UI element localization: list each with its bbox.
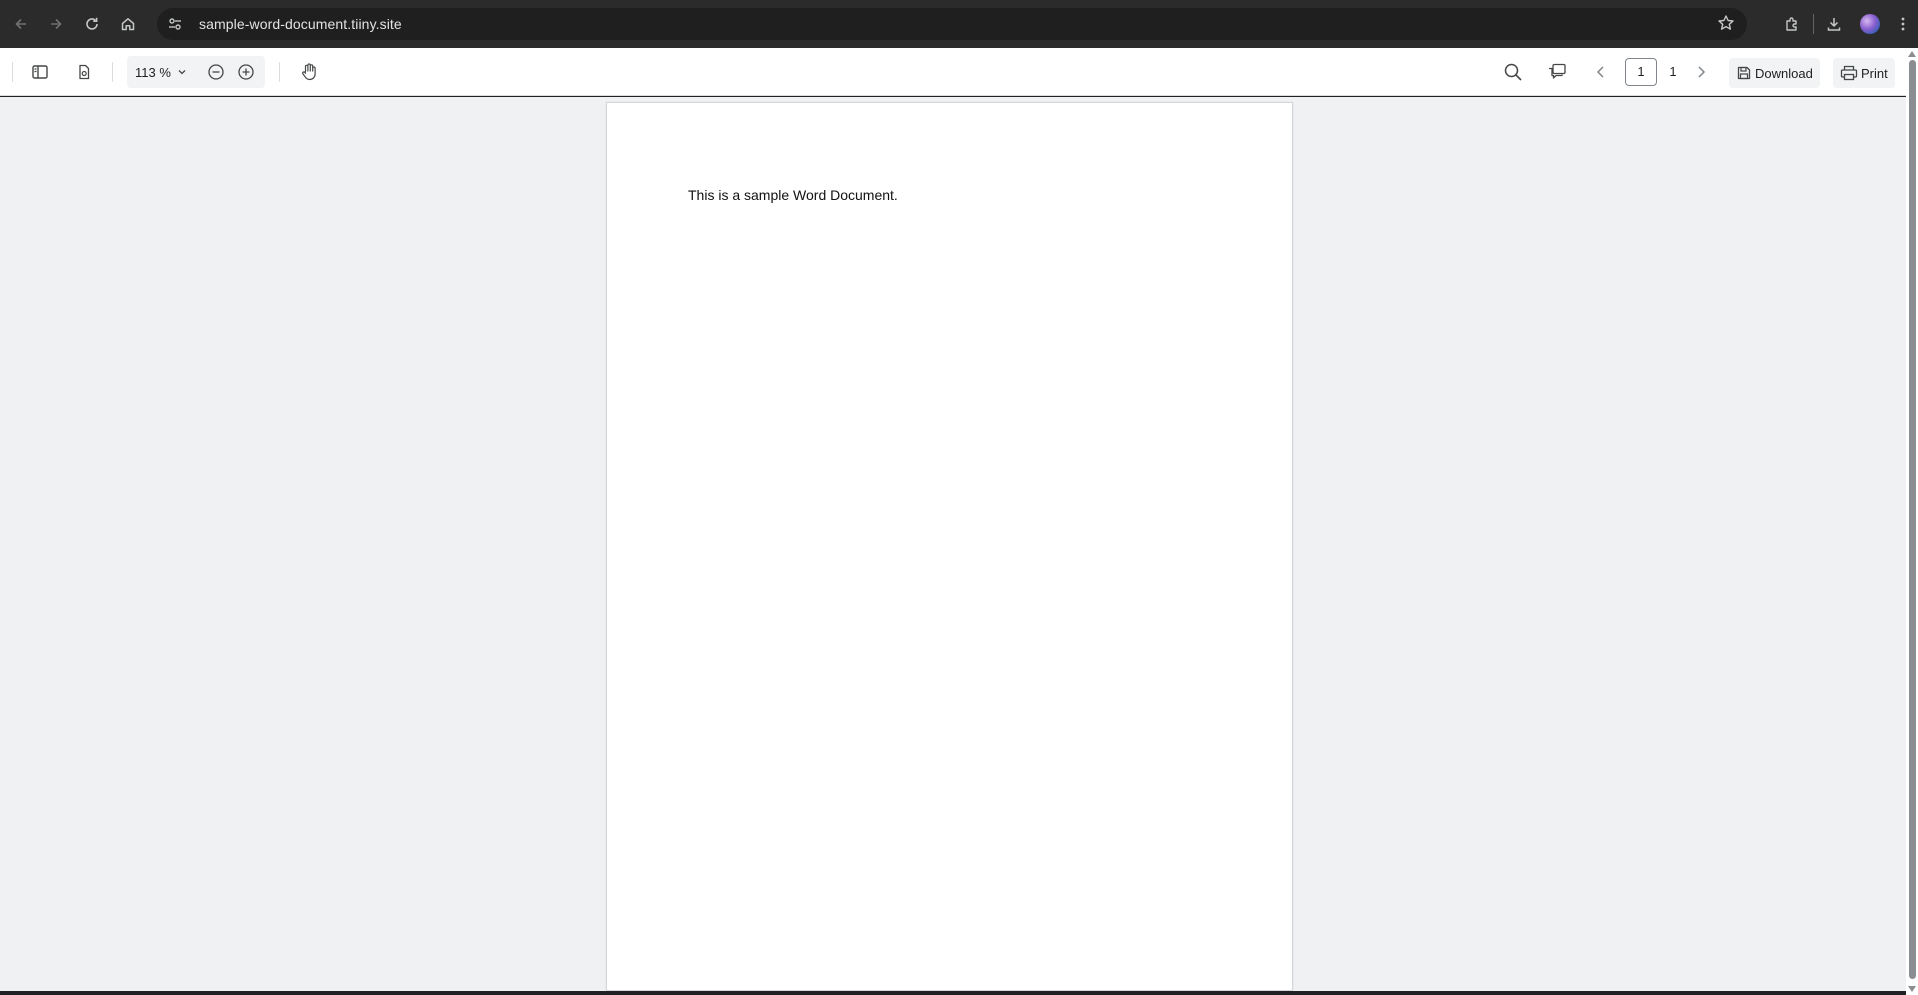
- kebab-menu-icon: [1901, 17, 1905, 31]
- zoom-out-button[interactable]: [201, 57, 231, 87]
- zoom-out-icon: [208, 64, 224, 80]
- print-label: Print: [1861, 65, 1888, 81]
- browser-actions: [1775, 6, 1918, 42]
- print-button[interactable]: Print: [1833, 58, 1895, 88]
- hand-icon: [302, 63, 316, 81]
- site-info-icon: [169, 18, 181, 30]
- document-properties-button[interactable]: [68, 56, 100, 88]
- printer-icon: [1840, 65, 1858, 81]
- downloads-icon: [1827, 18, 1841, 31]
- scroll-down-arrow[interactable]: [1908, 986, 1916, 992]
- scrollbar-thumb[interactable]: [1909, 60, 1916, 979]
- scroll-up-arrow[interactable]: [1908, 51, 1916, 57]
- chevron-down-icon: [178, 70, 186, 75]
- toolbar-divider: [1813, 14, 1814, 34]
- extensions-icon: [1786, 17, 1797, 31]
- downloads-button[interactable]: [1816, 6, 1852, 42]
- browser-menu-button[interactable]: [1888, 6, 1918, 42]
- vertical-scrollbar[interactable]: [1906, 48, 1918, 995]
- save-icon: [1736, 65, 1752, 81]
- chevron-left-icon: [1596, 66, 1604, 78]
- address-bar[interactable]: sample-word-document.tiiny.site: [157, 8, 1747, 40]
- toolbar-divider: [112, 62, 113, 82]
- search-button[interactable]: [1497, 56, 1529, 88]
- extensions-button[interactable]: [1775, 6, 1811, 42]
- hand-tool-button[interactable]: [293, 56, 325, 88]
- back-button[interactable]: [3, 6, 39, 42]
- home-icon: [121, 18, 135, 31]
- browser-top-bar: sample-word-document.tiiny.site: [0, 0, 1918, 48]
- profile-button[interactable]: [1852, 6, 1888, 42]
- document-body-text: This is a sample Word Document.: [688, 187, 898, 203]
- toolbar-divider: [279, 62, 280, 82]
- forward-arrow-icon: [51, 18, 62, 30]
- chevron-right-icon: [1698, 66, 1706, 78]
- download-label: Download: [1755, 65, 1813, 81]
- forward-button[interactable]: [38, 6, 74, 42]
- comments-button[interactable]: [1541, 56, 1573, 88]
- download-button[interactable]: Download: [1729, 58, 1820, 88]
- pdf-viewer-area[interactable]: This is a sample Word Document.: [0, 97, 1906, 995]
- toggle-sidebar-button[interactable]: [24, 56, 56, 88]
- page-total: 1: [1669, 64, 1677, 79]
- page-number-input[interactable]: 1: [1625, 58, 1657, 86]
- window-bottom-edge: [0, 991, 1906, 995]
- previous-page-button[interactable]: [1585, 56, 1617, 88]
- site-info-button[interactable]: [161, 10, 189, 38]
- search-icon: [1504, 63, 1522, 81]
- home-button[interactable]: [110, 6, 146, 42]
- sidebar-toggle-icon: [32, 65, 48, 79]
- back-arrow-icon: [15, 18, 26, 30]
- profile-avatar: [1860, 14, 1880, 34]
- zoom-in-button[interactable]: [231, 57, 261, 87]
- document-icon: [79, 64, 90, 80]
- zoom-control: 113 %: [127, 56, 265, 88]
- next-page-button[interactable]: [1685, 56, 1717, 88]
- reload-icon: [86, 17, 98, 30]
- zoom-level[interactable]: 113 %: [135, 65, 175, 80]
- bookmark-star-icon: [1718, 15, 1734, 30]
- comments-icon: [1549, 63, 1566, 79]
- reload-button[interactable]: [74, 6, 110, 42]
- zoom-in-icon: [238, 64, 254, 80]
- pdf-page: This is a sample Word Document.: [606, 102, 1293, 991]
- zoom-dropdown-button[interactable]: [177, 67, 187, 77]
- toolbar-divider: [12, 62, 13, 82]
- bookmark-button[interactable]: [1717, 14, 1735, 32]
- url-text[interactable]: sample-word-document.tiiny.site: [199, 16, 402, 32]
- pdf-toolbar: 113 % 1 1 Download Print: [0, 48, 1918, 96]
